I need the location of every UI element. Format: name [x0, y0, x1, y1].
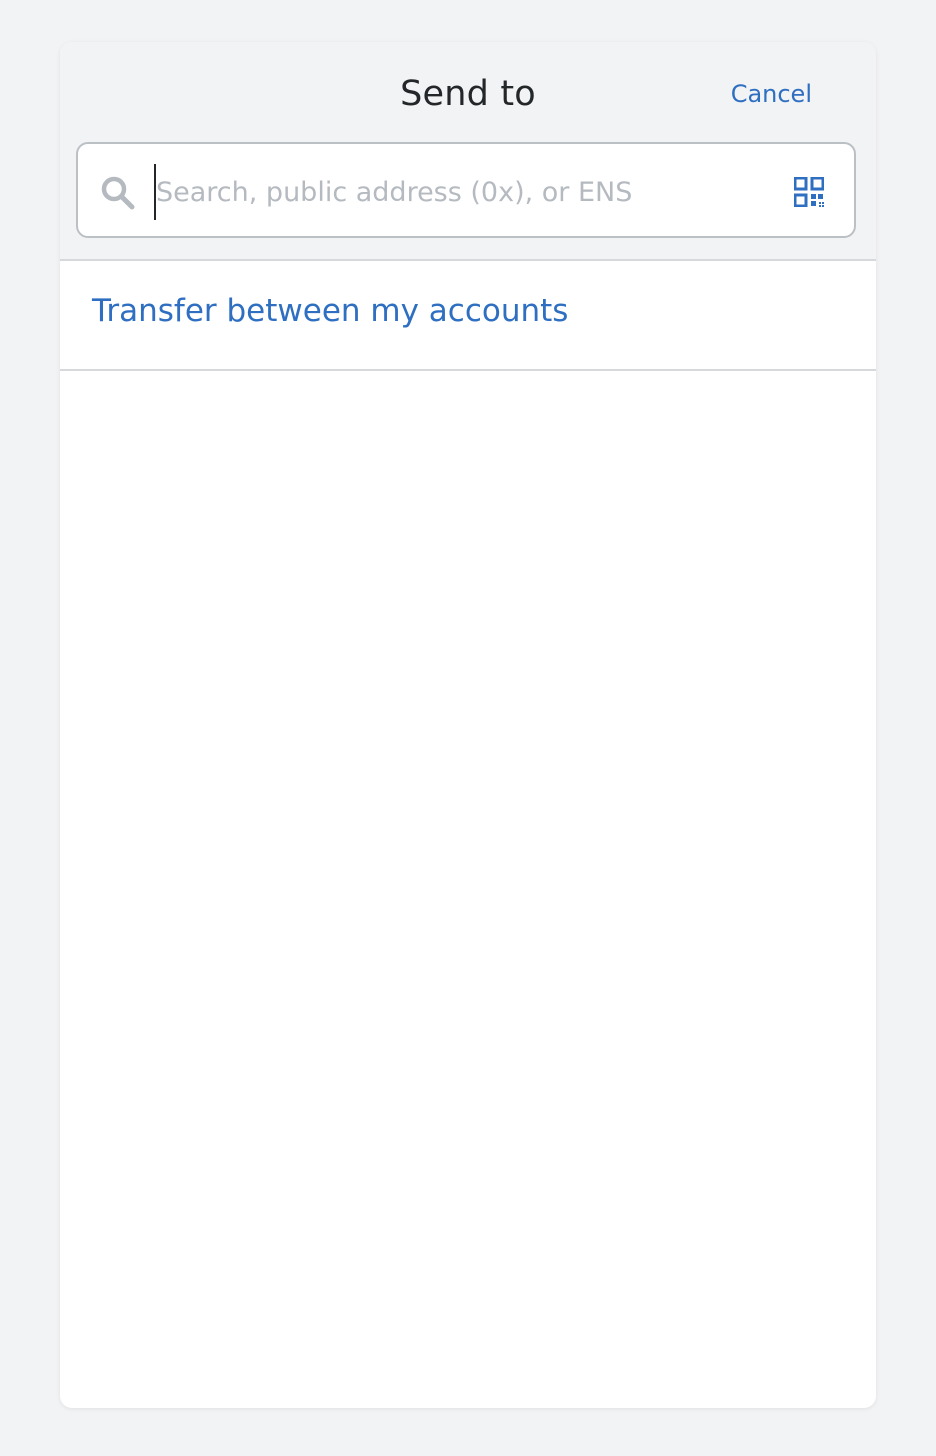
search-input[interactable]: [154, 164, 776, 220]
search-field[interactable]: [76, 142, 856, 238]
search-icon: [101, 176, 135, 210]
cancel-button[interactable]: Cancel: [731, 80, 812, 108]
send-header: Send to Cancel: [60, 42, 876, 261]
transfer-between-accounts[interactable]: Transfer between my accounts: [60, 261, 876, 371]
transfer-label[interactable]: Transfer between my accounts: [92, 293, 568, 329]
qr-code-icon[interactable]: [794, 177, 824, 207]
send-to-panel: Send to Cancel Transfer between: [60, 42, 876, 1408]
